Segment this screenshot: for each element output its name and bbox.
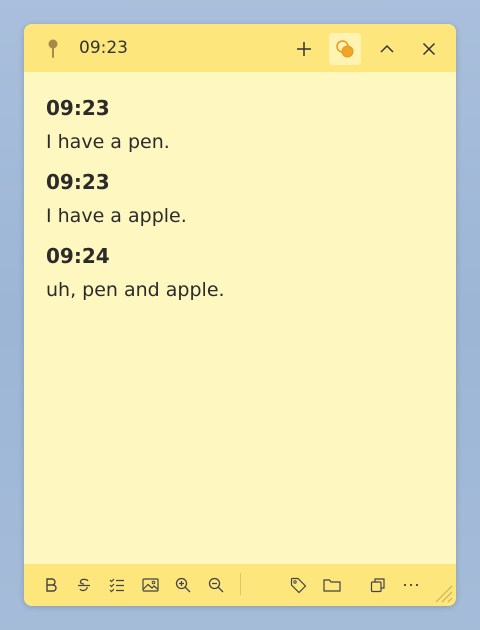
tag-button[interactable] <box>287 574 309 596</box>
strikethrough-button[interactable] <box>73 574 95 596</box>
zoom-in-icon <box>175 577 191 593</box>
close-icon <box>420 40 438 58</box>
entry-text[interactable]: I have a apple. <box>46 202 436 230</box>
toolbar-divider <box>240 573 241 595</box>
bold-button[interactable] <box>40 574 62 596</box>
folder-button[interactable] <box>321 574 343 596</box>
title-time: 09:23 <box>79 38 128 58</box>
bold-icon <box>43 577 59 593</box>
window-button[interactable] <box>367 574 389 596</box>
more-button[interactable] <box>400 574 422 596</box>
add-note-button[interactable] <box>288 33 320 65</box>
tag-icon <box>290 577 307 594</box>
entry-text[interactable]: I have a pen. <box>46 128 436 156</box>
folder-icon <box>323 577 341 593</box>
title-bar[interactable]: 09:23 <box>24 24 456 72</box>
sticky-note-window: 09:23 09:23 I have a pen. 09:23 I have a… <box>24 24 456 606</box>
note-entry: 09:23 I have a apple. <box>46 168 436 230</box>
checklist-button[interactable] <box>106 574 128 596</box>
insert-image-button[interactable] <box>139 574 161 596</box>
window-icon <box>370 577 386 593</box>
note-entry: 09:24 uh, pen and apple. <box>46 242 436 304</box>
add-icon <box>295 40 313 58</box>
image-icon <box>141 577 159 593</box>
entry-time: 09:24 <box>46 244 110 268</box>
checklist-icon <box>109 577 125 593</box>
more-icon <box>403 583 419 587</box>
note-content[interactable]: 09:23 I have a pen. 09:23 I have a apple… <box>46 94 436 316</box>
resize-grip-icon[interactable] <box>430 580 454 604</box>
zoom-out-icon <box>208 577 224 593</box>
zoom-out-button[interactable] <box>205 574 227 596</box>
collapse-icon <box>378 40 396 58</box>
entry-text[interactable]: uh, pen and apple. <box>46 276 436 304</box>
formatting-toolbar <box>24 564 456 606</box>
note-entry: 09:23 I have a pen. <box>46 94 436 156</box>
zoom-in-button[interactable] <box>172 574 194 596</box>
collapse-button[interactable] <box>371 33 403 65</box>
color-theme-button[interactable] <box>329 33 361 65</box>
entry-time: 09:23 <box>46 170 110 194</box>
color-theme-icon <box>335 39 355 59</box>
close-button[interactable] <box>413 33 445 65</box>
strikethrough-icon <box>76 577 92 593</box>
entry-time: 09:23 <box>46 96 110 120</box>
pin-icon[interactable] <box>46 39 60 59</box>
